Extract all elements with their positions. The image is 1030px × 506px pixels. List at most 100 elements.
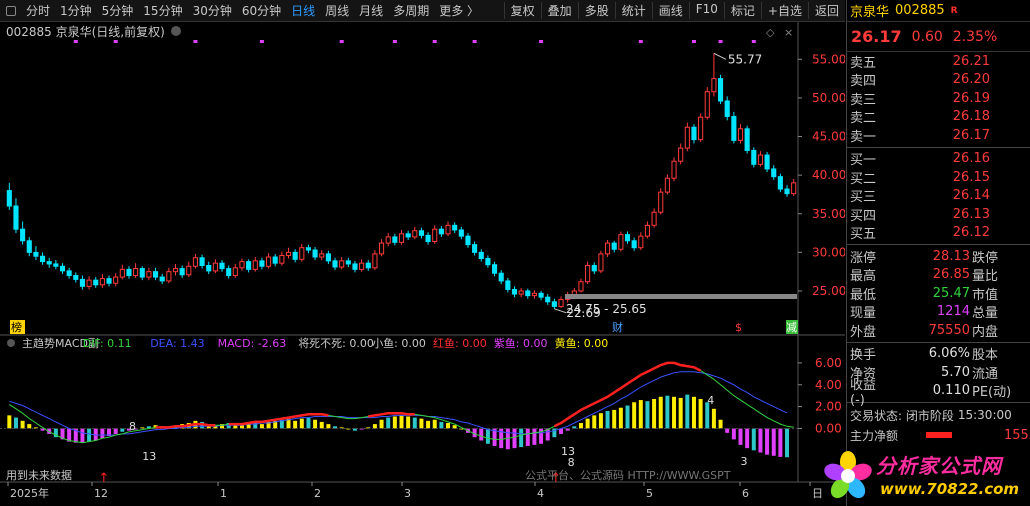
sell-order-row[interactable]: 卖一 26.17 — [847, 126, 1030, 145]
kline-chart[interactable]: 55.0050.0045.0040.0035.0030.0025.006.004… — [0, 22, 845, 506]
buy-order-row[interactable]: 买四 26.13 — [847, 205, 1030, 224]
period-tab[interactable]: 月线 — [354, 2, 388, 19]
candle-body — [598, 253, 604, 272]
indicator-dropdown-icon — [7, 339, 15, 347]
order-level-label: 买三 — [850, 190, 877, 206]
candle-body — [678, 147, 684, 162]
stat-label: 外盘 — [850, 324, 877, 340]
sell-orders: 卖五 26.21 卖四 26.20 卖三 26.19 卖二 26.18 卖一 26.17 — [847, 52, 1030, 145]
candle-body — [491, 264, 498, 274]
count-label: 3 — [741, 455, 748, 468]
macd-bar — [658, 396, 663, 429]
period-tab[interactable]: 30分钟 — [188, 2, 237, 19]
last-price: 26.17 — [851, 27, 902, 46]
signal-dot — [718, 40, 723, 43]
candle-body — [212, 262, 218, 272]
tool-button[interactable]: 多股 — [577, 2, 615, 19]
candle-body — [545, 296, 551, 303]
macd-bar — [745, 428, 750, 449]
candle-body — [246, 261, 252, 270]
candle-body — [26, 240, 32, 253]
watermark-text: 公式平台、公式源码 HTTP://WWW.GSPT — [525, 468, 731, 482]
tool-button[interactable]: 叠加 — [540, 2, 578, 19]
candle-body — [631, 240, 637, 249]
signal-dot — [259, 40, 264, 43]
macd-bar — [598, 413, 603, 429]
candle-body — [39, 255, 46, 263]
sell-order-row[interactable]: 卖三 26.19 — [847, 89, 1030, 108]
stat-row: 外盘 75550 内盘 — [847, 321, 1030, 340]
tool-button[interactable]: F10 — [688, 2, 724, 19]
menu-icon[interactable] — [6, 5, 16, 16]
candle-body — [711, 78, 717, 93]
macd-bar — [432, 419, 437, 429]
period-tab[interactable]: 15分钟 — [138, 2, 187, 19]
candle-body — [13, 205, 19, 230]
tool-button[interactable]: 返回 — [807, 2, 845, 19]
period-tab[interactable]: 分时 — [21, 2, 55, 19]
stock-name[interactable]: 京泉华 — [850, 1, 889, 20]
buy-order-row[interactable]: 买一 26.16 — [847, 150, 1030, 168]
indicator-legend-item: 小鱼: 0.00 — [372, 336, 426, 350]
stat-value: 0.110 — [932, 383, 970, 399]
tool-button[interactable]: 统计 — [614, 2, 652, 19]
bang-marker-label: 榜 — [11, 320, 22, 334]
macd-bar — [426, 420, 431, 429]
period-tab[interactable]: 更多 〉 — [434, 2, 484, 19]
stat-row: 收益(-) 0.110 PE(动) — [847, 378, 1030, 408]
order-price: 26.20 — [952, 72, 990, 88]
period-tab[interactable]: 周线 — [320, 2, 354, 19]
stat-value: 1214 — [936, 304, 970, 320]
period-tabs: 分时 1分钟 5分钟 15分钟 30分钟 60分钟 日线 周线 月线 多周期 更多 〉 — [21, 2, 484, 19]
site-logo: 分析家公式网 www.70822.com — [818, 444, 1030, 506]
candle-body — [272, 256, 278, 264]
tool-button[interactable]: +自选 — [760, 2, 808, 19]
macd-bar — [293, 420, 298, 429]
macd-bar — [519, 428, 524, 448]
signal-dot — [539, 40, 544, 43]
order-price: 26.16 — [952, 151, 990, 167]
macd-bar — [618, 407, 623, 429]
candle-body — [93, 279, 99, 286]
candle-body — [751, 149, 757, 165]
indicator-legend-item: 红鱼: 0.00 — [433, 336, 487, 350]
macd-bar — [711, 408, 716, 429]
stat-row: 涨停 28.13 跌停 — [847, 247, 1030, 266]
order-price: 26.17 — [952, 127, 990, 143]
chart-tools: 复权 叠加 多股 统计 画线 F10 标记 +自选 返回 — [503, 2, 845, 19]
sell-order-row[interactable]: 卖四 26.20 — [847, 71, 1030, 89]
candle-body — [319, 253, 325, 258]
buy-order-row[interactable]: 买三 26.14 — [847, 187, 1030, 206]
candle-body — [199, 257, 205, 266]
macd-tick-label: 6.00 — [815, 356, 842, 370]
signal-dot — [472, 40, 477, 43]
buy-order-row[interactable]: 买五 26.12 — [847, 224, 1030, 242]
buy-order-row[interactable]: 买二 26.15 — [847, 168, 1030, 187]
price-line: 26.17 0.60 2.35% — [847, 22, 1030, 52]
period-tab[interactable]: 多周期 — [388, 2, 434, 19]
signal-dot — [73, 40, 78, 43]
stat-value: 25.47 — [932, 285, 970, 301]
sell-order-row[interactable]: 卖二 26.18 — [847, 108, 1030, 126]
margin-badge: R — [950, 5, 958, 16]
tool-button[interactable]: 标记 — [723, 2, 761, 19]
period-tab[interactable]: 5分钟 — [97, 2, 139, 19]
macd-bar — [479, 428, 484, 441]
tool-button[interactable]: 画线 — [651, 2, 689, 19]
stat-label: 换手 — [850, 348, 877, 364]
tool-button[interactable]: 复权 — [503, 2, 541, 19]
period-tab[interactable]: 60分钟 — [237, 2, 286, 19]
order-level-label: 卖三 — [850, 92, 877, 108]
candle-body — [485, 258, 491, 266]
order-price: 26.15 — [952, 169, 990, 185]
stat-label: 流通 — [972, 366, 999, 382]
macd-bar — [592, 415, 597, 429]
candle-body — [46, 261, 52, 265]
sell-order-row[interactable]: 卖五 26.21 — [847, 52, 1030, 71]
candle-body — [325, 253, 331, 262]
macd-bar — [585, 418, 590, 429]
candle-body — [33, 251, 39, 257]
candle-body — [378, 242, 385, 255]
period-tab[interactable]: 日线 — [286, 2, 320, 19]
period-tab[interactable]: 1分钟 — [55, 2, 97, 19]
